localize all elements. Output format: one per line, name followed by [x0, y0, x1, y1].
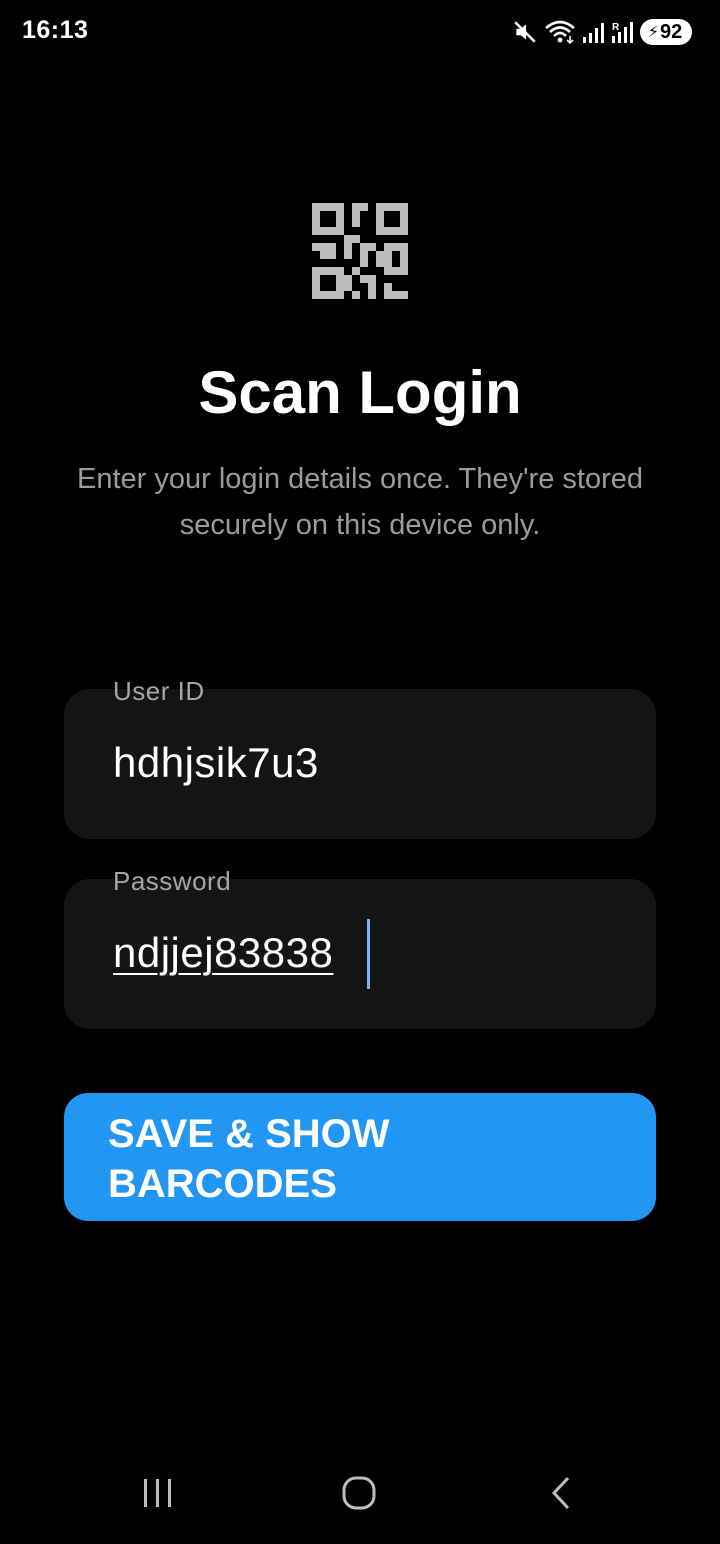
battery-charging-icon: ⚡ 92	[640, 19, 692, 45]
status-icons: R ⚡ 92	[512, 16, 692, 48]
signal-roaming-icon: R	[610, 20, 634, 44]
signal-icon	[582, 20, 604, 44]
password-input[interactable]: ndjjej83838	[113, 929, 333, 977]
home-button[interactable]	[309, 1446, 409, 1544]
back-icon	[548, 1475, 574, 1516]
page-subtitle: Enter your login details once. They're s…	[77, 463, 643, 541]
user-id-label: User ID	[113, 676, 205, 706]
charging-bolt-icon: ⚡	[647, 24, 659, 41]
password-label: Password	[113, 866, 232, 896]
password-field[interactable]: ndjjej83838	[64, 879, 656, 1029]
qr-code-icon	[312, 203, 408, 299]
user-id-input[interactable]: hdhjsik7u3	[113, 739, 319, 787]
status-time: 16:13	[22, 16, 89, 44]
user-id-field[interactable]: hdhjsik7u3	[64, 689, 656, 839]
battery-level: 92	[659, 20, 683, 43]
back-button[interactable]	[511, 1446, 611, 1544]
text-caret	[367, 919, 370, 989]
mute-icon	[512, 19, 538, 45]
svg-text:R: R	[612, 22, 620, 33]
navigation-bar	[0, 1446, 720, 1544]
wifi-icon	[544, 19, 576, 45]
save-and-show-barcodes-button[interactable]: SAVE & SHOW BARCODES	[64, 1093, 656, 1221]
recent-apps-icon	[141, 1477, 175, 1514]
home-icon	[341, 1475, 377, 1516]
page-title: Scan Login	[198, 359, 522, 426]
recent-apps-button[interactable]	[108, 1446, 208, 1544]
status-bar: 16:13 R ⚡ 92	[0, 0, 720, 64]
